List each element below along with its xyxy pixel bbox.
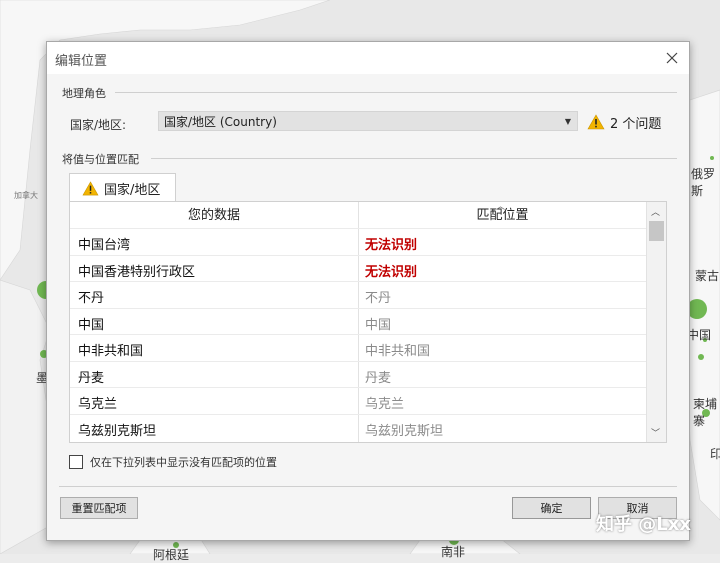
geo-role-select[interactable]: 国家/地区 (Country) ▼: [158, 111, 578, 131]
geo-role-section-title: 地理角色: [62, 87, 106, 100]
match-section-title: 将值与位置匹配: [62, 153, 139, 166]
scrollbar-thumb[interactable]: [649, 221, 664, 241]
ok-button[interactable]: 确定: [512, 497, 591, 519]
map-label-south-africa: 南非: [441, 545, 466, 559]
map-bubble: [710, 156, 714, 160]
your-data-cell: 乌兹别克斯坦: [78, 423, 157, 439]
match-table: 您的数据 匹配位置 ︿ 中国台湾 无法识别 中国香港特别行政区 无法识别 不丹 不丹 中国中…: [69, 201, 667, 443]
matched-location-cell[interactable]: 中非共和国: [365, 340, 430, 359]
watermark: 知乎 @Lxx: [596, 514, 691, 535]
map-label-mongolia: 蒙古: [695, 269, 720, 283]
matched-location-cell[interactable]: 中国: [365, 314, 391, 333]
unmatched-only-checkbox[interactable]: [69, 455, 83, 469]
reset-matches-button[interactable]: 重置匹配项: [60, 497, 138, 519]
issues-indicator[interactable]: 2 个问题: [587, 112, 661, 132]
chevron-down-icon: ▼: [564, 117, 571, 126]
table-row[interactable]: 中国 中国: [70, 307, 646, 335]
warning-icon: [587, 114, 605, 130]
edit-locations-dialog: 编辑位置 地理角色 国家/地区: 国家/地区 (Country) ▼ 2 个问题…: [46, 41, 690, 541]
your-data-cell: 中非共和国: [78, 344, 144, 359]
unmatched-only-option[interactable]: 仅在下拉列表中显示没有匹配项的位置: [69, 454, 277, 470]
dialog-title: 编辑位置: [55, 54, 108, 69]
map-label-canada: 加拿大: [14, 191, 38, 200]
map-label-china: 中国: [687, 328, 712, 342]
table-row[interactable]: 中国台湾 无法识别: [70, 228, 646, 255]
map-bubble: [698, 354, 704, 360]
matched-location-cell[interactable]: 不丹: [365, 287, 391, 306]
tab-country-region[interactable]: 国家/地区: [69, 173, 176, 202]
map-label-cambodia: 柬埔寨: [693, 397, 718, 428]
your-data-cell: 中国: [78, 317, 105, 333]
unmatched-only-label: 仅在下拉列表中显示没有匹配项的位置: [90, 456, 277, 469]
tab-label: 国家/地区: [104, 182, 161, 198]
table-row[interactable]: 中国香港特别行政区 无法识别: [70, 254, 646, 282]
map-bubble: [687, 299, 707, 319]
table-scrollbar[interactable]: ︿ ﹀: [646, 202, 666, 442]
matched-location-cell[interactable]: 无法识别: [365, 261, 417, 280]
footer-divider: [59, 486, 677, 487]
your-data-cell: 丹麦: [78, 370, 105, 386]
your-data-cell: 不丹: [78, 291, 105, 306]
geo-role-field-label: 国家/地区:: [70, 118, 127, 132]
matched-location-cell[interactable]: 乌克兰: [365, 393, 404, 412]
issues-count: 2 个问题: [610, 116, 662, 132]
close-icon[interactable]: [661, 47, 683, 69]
warning-icon: [82, 180, 99, 195]
section-divider: [151, 158, 677, 159]
matched-location-cell[interactable]: 乌兹别克斯坦: [365, 420, 443, 439]
matched-location-cell[interactable]: 无法识别: [365, 234, 417, 253]
sort-ascending-icon[interactable]: ︿: [496, 199, 505, 212]
map-label-argentina: 阿根廷: [153, 548, 190, 562]
scroll-up-icon[interactable]: ︿: [651, 205, 660, 218]
geo-role-select-value: 国家/地区 (Country): [164, 115, 277, 129]
dialog-titlebar: 编辑位置: [47, 42, 689, 74]
map-label-india: 印: [710, 447, 720, 461]
matched-location-cell[interactable]: 丹麦: [365, 367, 391, 386]
table-row[interactable]: 中非共和国 中非共和国: [70, 334, 646, 361]
scroll-down-icon[interactable]: ﹀: [651, 426, 660, 439]
your-data-cell: 中国香港特别行政区: [78, 264, 196, 280]
column-header-your-data[interactable]: 您的数据: [70, 202, 358, 228]
table-row[interactable]: 乌兹别克斯坦 乌兹别克斯坦: [70, 413, 646, 441]
your-data-cell: 中国台湾: [78, 238, 131, 253]
your-data-cell: 乌克兰: [78, 397, 118, 412]
map-label-russia: 俄罗斯: [691, 167, 716, 198]
section-divider: [115, 92, 677, 93]
table-row[interactable]: 乌克兰 乌克兰: [70, 387, 646, 414]
table-row[interactable]: 丹麦 丹麦: [70, 360, 646, 388]
table-row[interactable]: 不丹 不丹: [70, 281, 646, 308]
